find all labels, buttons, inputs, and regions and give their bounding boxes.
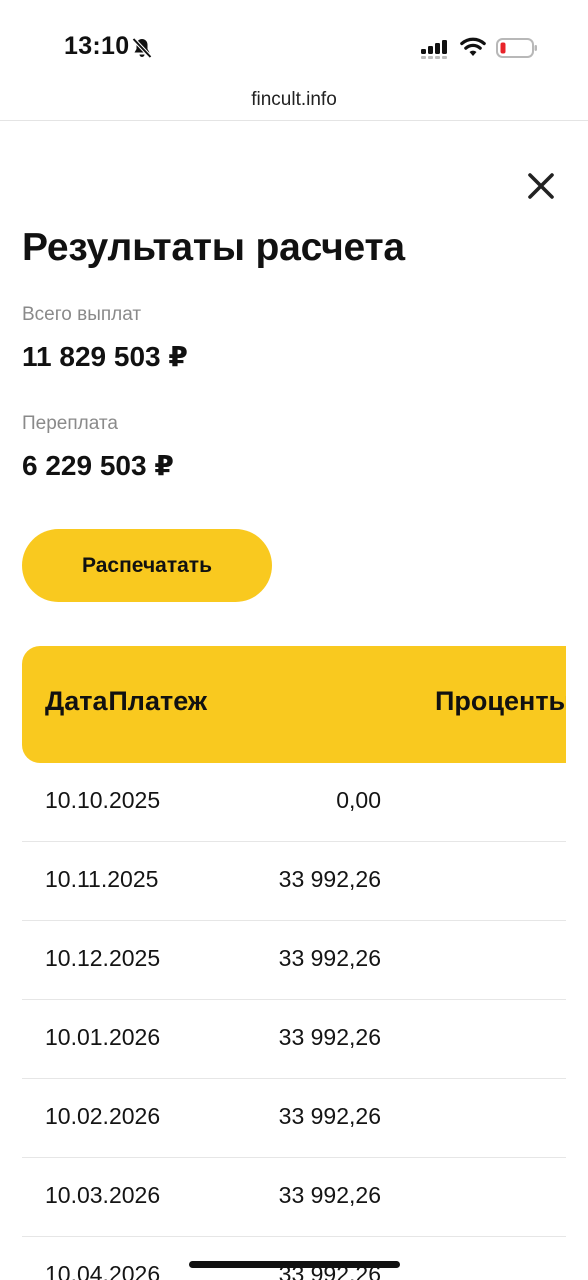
status-time: 13:10 (64, 32, 130, 60)
cellular-signal-icon (421, 40, 447, 59)
total-payments-label: Всего выплат (22, 304, 142, 325)
cell-payment: 33 992,26 (278, 1024, 381, 1050)
print-button[interactable]: Распечатать (22, 529, 272, 602)
close-icon[interactable] (522, 168, 560, 206)
browser-address-bar[interactable]: fincult.info (0, 80, 588, 121)
cell-payment: 33 992,26 (278, 866, 381, 892)
url-text: fincult.info (251, 89, 337, 110)
overpayment-label: Переплата (22, 413, 118, 434)
cell-date: 10.11.2025 (45, 866, 159, 892)
cell-date: 10.02.2026 (45, 1103, 161, 1129)
payment-schedule-table[interactable]: Дата Платеж Проценты 10.10.20250,000,001… (22, 646, 566, 1280)
overpayment-value: 6 229 503 ₽ (22, 450, 174, 481)
table-header: Дата Платеж Проценты (22, 646, 566, 763)
cell-date: 10.03.2026 (45, 1182, 161, 1208)
column-header-date: Дата (45, 686, 108, 716)
cell-payment: 33 992,26 (278, 1182, 381, 1208)
page-title: Результаты расчета (22, 226, 405, 269)
table-row: 10.02.202633 992,2628 448,4 (22, 1079, 566, 1158)
bell-muted-icon (132, 37, 152, 59)
cell-payment: 0,00 (336, 787, 381, 813)
table-body: 10.10.20250,000,0010.11.202533 992,2628 … (22, 763, 566, 1280)
table-row: 10.04.202633 992,2628 377,7 (22, 1237, 566, 1280)
table-row: 10.12.202533 992,2627 589,5 (22, 921, 566, 1000)
table-row: 10.03.202633 992,2625 669,8 (22, 1158, 566, 1237)
cell-payment: 33 992,26 (278, 1103, 381, 1129)
status-bar: 13:10 (0, 0, 588, 80)
total-payments-value: 11 829 503 ₽ (22, 341, 188, 372)
column-header-interest: Проценты (435, 686, 566, 716)
column-header-payment: Платеж (108, 686, 207, 716)
battery-low-icon (496, 38, 537, 58)
cell-date: 10.12.2025 (45, 945, 161, 971)
table-row: 10.11.202533 992,2628 536,9 (22, 842, 566, 921)
cell-date: 10.04.2026 (45, 1261, 161, 1280)
home-indicator[interactable] (189, 1261, 400, 1268)
wifi-icon (460, 37, 486, 56)
cell-payment: 33 992,26 (278, 945, 381, 971)
table-row: 10.01.202633 992,2628 476,5 (22, 1000, 566, 1079)
table-row: 10.10.20250,000,00 (22, 763, 566, 842)
cell-date: 10.10.2025 (45, 787, 161, 813)
cell-date: 10.01.2026 (45, 1024, 161, 1050)
